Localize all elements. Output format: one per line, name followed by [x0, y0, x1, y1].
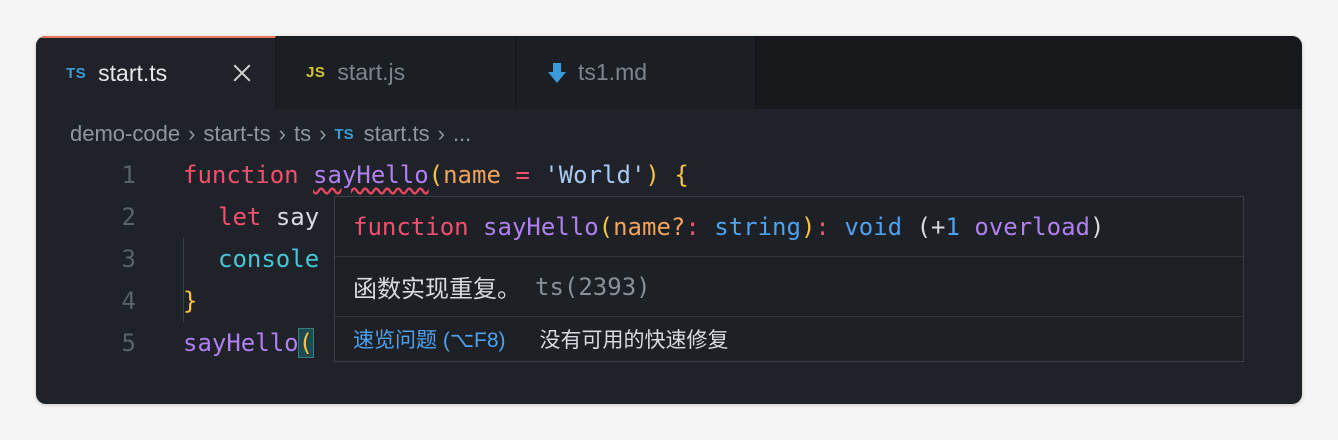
- parameter: name: [443, 161, 501, 189]
- editor-window: TS start.ts JS start.js ts1.md demo-code…: [36, 36, 1302, 404]
- code-content: let say: [218, 203, 319, 231]
- chevron-right-icon: ›: [188, 121, 196, 146]
- tab-start-js[interactable]: JS start.js: [276, 36, 516, 109]
- paren: ): [645, 161, 660, 189]
- paren: (: [428, 161, 444, 189]
- javascript-file-icon: JS: [306, 64, 326, 81]
- overload-open: (+: [916, 212, 946, 241]
- type-name: string: [714, 212, 801, 241]
- markdown-arrow-icon: [548, 62, 566, 83]
- paren: (: [598, 212, 614, 241]
- chevron-right-icon: ›: [319, 121, 327, 146]
- brace: {: [674, 161, 689, 189]
- line-number: 1: [121, 161, 136, 189]
- tab-ts1-md[interactable]: ts1.md: [516, 36, 756, 109]
- peek-problem-link[interactable]: 速览问题 (⌥F8): [353, 324, 506, 354]
- identifier: say: [275, 203, 320, 231]
- code-line-1[interactable]: 1 function sayHello(name = 'World') {: [36, 154, 1302, 196]
- close-icon[interactable]: [229, 60, 255, 86]
- function-call: sayHello: [183, 329, 299, 357]
- return-type: void: [844, 212, 903, 241]
- typescript-file-icon: TS: [334, 125, 354, 143]
- hover-error-message: 函数实现重复。 ts(2393): [335, 257, 1243, 317]
- chevron-right-icon: ›: [278, 121, 286, 146]
- colon: :: [685, 212, 715, 241]
- keyword: function: [183, 161, 299, 189]
- code-content: }: [183, 287, 197, 315]
- breadcrumb-item-file[interactable]: start.ts: [364, 121, 430, 147]
- paren: ): [800, 212, 816, 241]
- overload-word: overload: [974, 212, 1090, 241]
- hover-signature: function sayHello(name?: string): void (…: [335, 197, 1243, 257]
- error-code: ts(2393): [535, 272, 651, 301]
- breadcrumb-item-start-ts[interactable]: start-ts: [203, 121, 270, 147]
- typescript-file-icon: TS: [66, 65, 87, 82]
- keyword: let: [218, 203, 262, 231]
- tab-label: ts1.md: [578, 59, 648, 85]
- breadcrumb-item-demo-code[interactable]: demo-code: [70, 121, 180, 147]
- overload-count: 1: [945, 212, 960, 241]
- colon: :: [815, 212, 845, 241]
- function-name-error[interactable]: sayHello: [313, 161, 429, 189]
- tab-start-ts[interactable]: TS start.ts: [36, 36, 276, 109]
- tab-label: start.ts: [98, 60, 168, 86]
- hover-actions: 速览问题 (⌥F8) 没有可用的快速修复: [335, 317, 1243, 361]
- chevron-right-icon: ›: [437, 121, 445, 146]
- parameter: name?: [613, 212, 686, 241]
- bracket-match-highlight: (: [297, 328, 315, 358]
- breadcrumb: demo-code › start-ts › ts › TS start.ts …: [70, 118, 471, 150]
- line-number: 5: [121, 329, 136, 357]
- line-number: 4: [121, 287, 136, 315]
- operator: =: [500, 161, 545, 189]
- tab-label: start.js: [337, 59, 406, 85]
- function-name: sayHello: [483, 212, 599, 241]
- code-content: function sayHello(name = 'World') {: [183, 161, 689, 189]
- code-content: sayHello(: [183, 328, 315, 358]
- breadcrumb-more[interactable]: ...: [453, 121, 471, 147]
- tab-bar: TS start.ts JS start.js ts1.md: [36, 36, 1302, 109]
- keyword: function: [353, 212, 469, 241]
- code-content: console: [218, 245, 319, 273]
- string-literal: 'World': [544, 161, 646, 189]
- no-quick-fix-text: 没有可用的快速修复: [539, 329, 729, 352]
- breadcrumb-item-ts[interactable]: ts: [294, 121, 311, 147]
- identifier: console: [218, 245, 320, 273]
- overload-close: ): [1089, 212, 1105, 241]
- error-text: 函数实现重复。: [353, 276, 521, 303]
- line-number: 3: [121, 245, 136, 273]
- line-number: 2: [121, 203, 136, 231]
- hover-tooltip: function sayHello(name?: string): void (…: [334, 196, 1244, 362]
- brace: }: [183, 287, 198, 315]
